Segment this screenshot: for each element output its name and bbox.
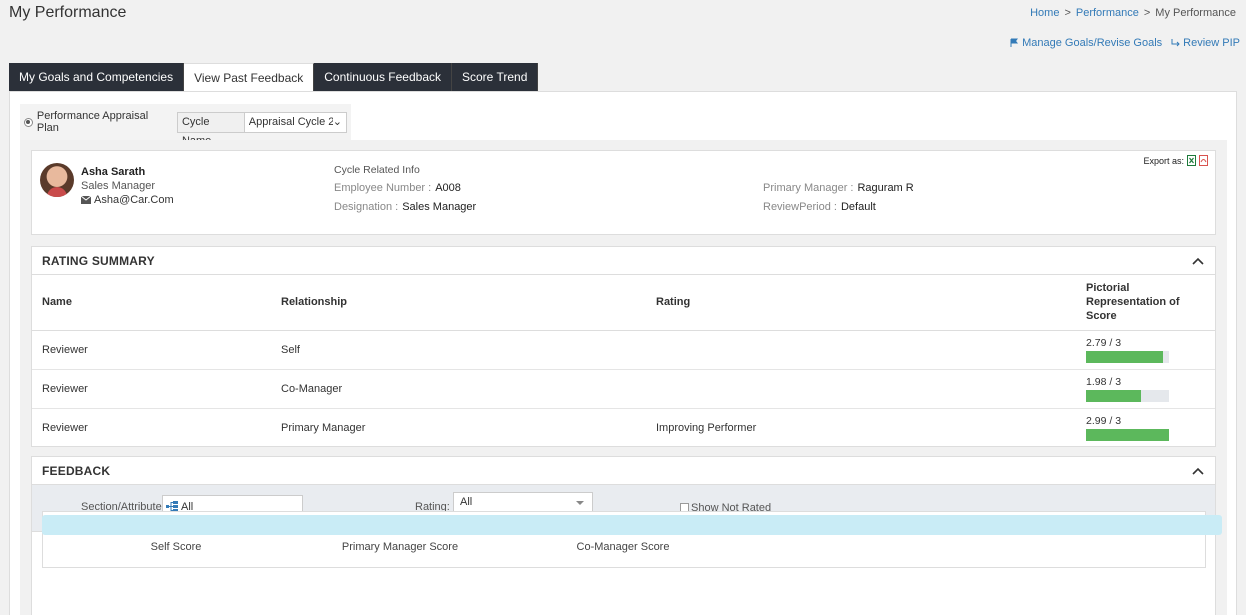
score-text: 1.98 / 3 xyxy=(1086,375,1122,388)
tab-bar: My Goals and Competencies View Past Feed… xyxy=(9,63,539,92)
self-score-caption: Self Score xyxy=(150,541,202,553)
row-relationship: Primary Manager xyxy=(281,421,366,434)
review-icon xyxy=(1171,39,1180,47)
co-manager-score-caption: Co-Manager Score xyxy=(576,541,670,553)
tab-my-goals[interactable]: My Goals and Competencies xyxy=(9,63,185,92)
row-rating xyxy=(646,369,1076,409)
caret-down-icon xyxy=(576,501,584,505)
manage-goals-link[interactable]: Manage Goals/Revise Goals xyxy=(1009,37,1162,49)
tab-content: Performance Appraisal Plan Cycle Name Ap… xyxy=(9,91,1237,615)
table-row: Reviewer Co-Manager 1.98 / 3 xyxy=(32,369,1215,409)
cycle-value: Appraisal Cycle 2 xyxy=(248,115,333,128)
chevron-up-icon[interactable] xyxy=(1191,465,1205,477)
score-text: 2.99 / 3 xyxy=(1086,414,1122,427)
designation-row: Designation : Sales Manager xyxy=(334,201,476,213)
row-relationship: Co-Manager xyxy=(271,369,646,409)
row-score: 2.99 / 3 xyxy=(1076,408,1215,447)
rating-summary-header: RATING SUMMARY xyxy=(32,247,1215,275)
excel-export-icon[interactable] xyxy=(1187,155,1196,166)
row-rating xyxy=(646,330,1076,370)
col-header-relationship: Relationship xyxy=(271,275,646,331)
plan-radio[interactable] xyxy=(24,117,33,127)
review-pip-link[interactable]: Review PIP xyxy=(1170,37,1240,49)
score-bar-fill xyxy=(1086,428,1169,441)
primary-manager-score-caption: Primary Manager Score xyxy=(341,541,459,553)
designation-value: Sales Manager xyxy=(402,201,477,213)
details-area: Asha Sarath Sales Manager Asha@Car.Com C… xyxy=(20,140,1227,615)
rating-summary-card: RATING SUMMARY Name Relationship Rating … xyxy=(31,246,1216,447)
chevron-down-icon: ⌄ xyxy=(332,115,342,128)
export-label: Export as: xyxy=(1143,155,1184,166)
table-row: Reviewer Self 2.79 / 3 xyxy=(32,330,1215,370)
primary-manager-label: Primary Manager : xyxy=(763,182,854,194)
breadcrumb-home[interactable]: Home xyxy=(1030,7,1059,19)
employee-number-label: Employee Number : xyxy=(334,182,432,194)
row-name: Reviewer xyxy=(32,330,271,370)
manage-goals-label: Manage Goals/Revise Goals xyxy=(1022,37,1163,49)
row-name: Reviewer xyxy=(32,369,271,409)
score-bar-fill xyxy=(1086,389,1141,402)
avatar xyxy=(40,163,74,197)
row-rating: Improving Performer xyxy=(656,421,757,434)
primary-manager-value: Raguram R xyxy=(857,182,914,194)
employee-name: Asha Sarath xyxy=(81,166,146,178)
rating-filter-select[interactable]: All xyxy=(453,492,593,513)
designation-label: Designation : xyxy=(334,201,399,213)
review-period-label: ReviewPeriod : xyxy=(763,201,837,213)
review-pip-label: Review PIP xyxy=(1183,37,1240,49)
breadcrumb-separator: > xyxy=(1143,7,1151,19)
cycle-name-label: Cycle Name xyxy=(177,112,245,147)
chevron-up-icon[interactable] xyxy=(1191,255,1205,267)
row-score: 2.79 / 3 xyxy=(1076,330,1215,370)
score-bar xyxy=(1086,428,1169,441)
plan-filter-bar: Performance Appraisal Plan Cycle Name Ap… xyxy=(20,104,351,147)
envelope-icon xyxy=(81,196,91,204)
table-row: Reviewer Primary Manager Improving Perfo… xyxy=(32,408,1215,447)
page-title: My Performance xyxy=(9,4,127,21)
tab-score-trend[interactable]: Score Trend xyxy=(452,63,539,92)
score-bar-fill xyxy=(1086,350,1164,363)
score-text: 2.79 / 3 xyxy=(1086,336,1122,349)
breadcrumb-performance[interactable]: Performance xyxy=(1076,7,1139,19)
col-header-rating: Rating xyxy=(646,275,1076,331)
score-bar xyxy=(1086,350,1169,363)
rating-summary-title: RATING SUMMARY xyxy=(42,254,155,268)
employee-number-value: A008 xyxy=(435,182,461,194)
rating-filter-value: All xyxy=(460,496,473,508)
primary-manager-row: Primary Manager : Raguram R xyxy=(763,182,914,194)
export-group: Export as: xyxy=(1143,155,1208,166)
row-score: 1.98 / 3 xyxy=(1076,369,1215,409)
score-bar xyxy=(1086,389,1169,402)
employee-email: Asha@Car.Com xyxy=(81,194,174,206)
row-relationship: Self xyxy=(271,330,646,370)
review-period-row: ReviewPeriod : Default xyxy=(763,201,876,213)
review-period-value: Default xyxy=(840,201,876,213)
info-banner xyxy=(42,515,1222,535)
feedback-card: FEEDBACK Section/Attribute: All Rating: … xyxy=(31,456,1216,615)
employee-email-text: Asha@Car.Com xyxy=(94,194,174,206)
pdf-export-icon[interactable] xyxy=(1199,155,1208,166)
table-header-row: Name Relationship Rating Pictorial Repre… xyxy=(32,275,1215,331)
employee-role: Sales Manager xyxy=(81,180,155,192)
rating-summary-table: Name Relationship Rating Pictorial Repre… xyxy=(32,275,1215,447)
plan-label: Performance Appraisal Plan xyxy=(36,110,149,134)
breadcrumb: Home > Performance > My Performance xyxy=(1030,7,1236,19)
feedback-header: FEEDBACK xyxy=(32,457,1215,485)
page-actions: Manage Goals/Revise Goals Review PIP xyxy=(1009,37,1240,49)
row-name: Reviewer xyxy=(42,421,88,434)
breadcrumb-separator: > xyxy=(1064,7,1071,19)
breadcrumb-current: My Performance xyxy=(1155,7,1236,19)
cycle-select[interactable]: Cycle Name Appraisal Cycle 2 ⌄ xyxy=(176,111,347,147)
col-header-name: Name xyxy=(32,275,271,331)
cycle-info-title: Cycle Related Info xyxy=(334,164,420,176)
employee-profile-card: Asha Sarath Sales Manager Asha@Car.Com C… xyxy=(31,150,1216,235)
employee-number-row: Employee Number : A008 xyxy=(334,182,461,194)
col-header-pictorial: Pictorial Representation of Score xyxy=(1076,275,1215,331)
feedback-title: FEEDBACK xyxy=(42,464,111,478)
tab-view-past-feedback[interactable]: View Past Feedback xyxy=(184,63,315,92)
flag-icon xyxy=(1010,38,1019,47)
tab-continuous-feedback[interactable]: Continuous Feedback xyxy=(314,63,452,92)
